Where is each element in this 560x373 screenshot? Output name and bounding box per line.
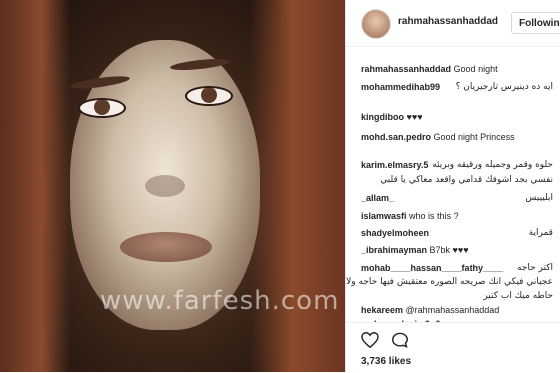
nose (145, 175, 185, 197)
watermark: www.farfesh.com (100, 286, 340, 316)
comment: hekareem @rahmahassanhaddad (361, 305, 499, 315)
heart-icon[interactable] (361, 332, 379, 348)
comment: rahmahassanhaddad Good night (361, 64, 498, 74)
comment-user[interactable]: shadyelmoheen (361, 228, 429, 238)
hair-left (0, 0, 70, 372)
comment-user[interactable]: karim.elmasry.5 (361, 160, 428, 170)
comment-user[interactable]: mohd.san.pedro (361, 132, 431, 142)
comment-user[interactable]: hekareem (361, 305, 403, 315)
comment: mohammedihab99 (361, 82, 440, 92)
comment: kingdiboo ♥♥♥ (361, 112, 423, 122)
left-eye (78, 98, 126, 118)
likes-count: 3,736 likes (361, 356, 412, 367)
comment-text: ♥♥♥ (406, 112, 423, 122)
comment-text: قمراية (528, 228, 553, 238)
comment: _ibrahimayman B7bk ♥♥♥ (361, 245, 469, 255)
comment-text: اكتر حاجه (516, 263, 553, 273)
right-eye (185, 86, 233, 106)
username[interactable]: rahmahassanhaddad (398, 16, 498, 27)
comment-text: @rahmahassanhaddad (405, 305, 500, 315)
post-actions: 3,736 likes (346, 322, 560, 373)
post-photo: www.farfesh.com (0, 0, 345, 372)
comment-text: who is this ? (409, 211, 459, 221)
comment: shadyelmoheen (361, 228, 429, 238)
hair-right (250, 0, 345, 372)
comment-user[interactable]: _ibrahimayman (361, 245, 427, 255)
comment-text: B7bk ♥♥♥ (429, 245, 469, 255)
comment-text: ايه ده دينيرس تارجيريان ؟ (455, 82, 553, 92)
comment-user[interactable]: kingdiboo (361, 112, 404, 122)
comment: karim.elmasry.5 (361, 160, 428, 170)
comment-text: Good night (453, 64, 498, 74)
comment-text: نفسي بجد اشوفك قدامي واقعد معاكي يا قلبي (380, 175, 553, 185)
comment-user[interactable]: _allam_ (361, 193, 394, 203)
avatar[interactable] (361, 9, 391, 39)
comment: mohd.san.pedro Good night Princess (361, 132, 515, 142)
comment-icon[interactable] (391, 332, 409, 348)
comment-text: Good night Princess (433, 132, 515, 142)
comment: _allam_ (361, 193, 394, 203)
comment: islamwasfi who is this ? (361, 211, 459, 221)
following-button[interactable]: Following (511, 12, 560, 34)
comment-text: حاطه ميك اب كتير (483, 291, 553, 301)
post-panel: rahmahassanhaddad Following rahmahassanh… (345, 0, 560, 373)
comment-user[interactable]: islamwasfi (361, 211, 407, 221)
comment-text: حلوه وقمر وجميله ورقيقه وبريئه (432, 160, 553, 170)
comment-user[interactable]: rahmahassanhaddad (361, 64, 451, 74)
comment-user[interactable]: mohab____hassan____fathy____ (361, 263, 503, 273)
comment-user[interactable]: mohammedihab99 (361, 82, 440, 92)
post-header: rahmahassanhaddad Following (346, 0, 560, 47)
lips (120, 232, 212, 262)
comment-text: ابليييس (525, 193, 553, 203)
comment-text: عجباني فيكي انك صريحه الصوره معتقيش فيها… (346, 277, 553, 287)
comment: mohab____hassan____fathy____ (361, 263, 503, 273)
